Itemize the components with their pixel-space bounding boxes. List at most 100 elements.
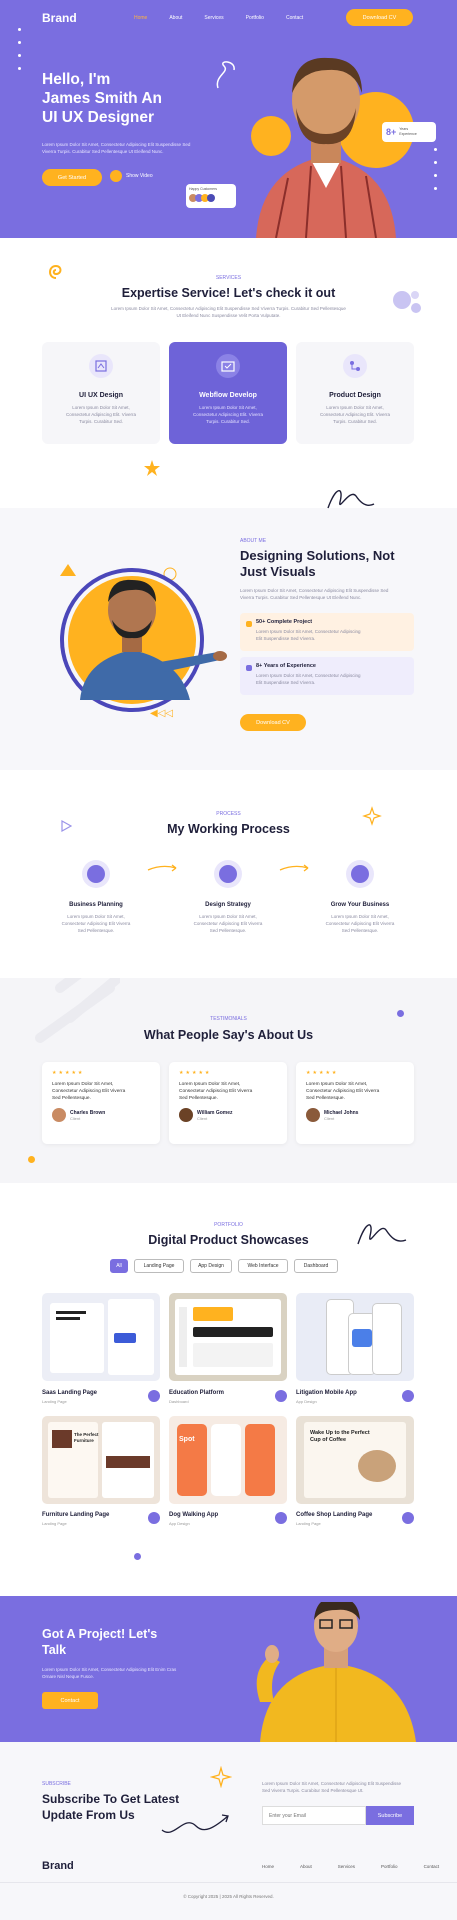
furniture-hero-text: The Perfect Furniture [74,1432,99,1444]
testimonial-l1: Lorem Ipsum Dolor Sit Amet, [306,1082,368,1087]
service-card-ui-ux[interactable]: UI UX Design Lorem Ipsum Dolor Sit Amet,… [42,342,160,444]
services-description: Lorem Ipsum Dolor Sit Amet, Consectetur … [0,305,457,319]
process-step-growth: Grow Your Business Lorem Ipsum Dolor Sit… [302,902,418,934]
service-card-product[interactable]: Product Design Lorem Ipsum Dolor Sit Ame… [296,342,414,444]
feature-desc-l2: Elit Suspendisse Sed Viverra. [256,636,316,641]
contact-button[interactable]: Contact [42,1692,98,1709]
portfolio-item-title[interactable]: Litigation Mobile App [296,1390,357,1396]
portfolio-item-title[interactable]: Saas Landing Page [42,1390,97,1396]
author-role: Client [197,1115,208,1121]
portfolio-item-title[interactable]: Coffee Shop Landing Page [296,1512,372,1518]
decor-dot [28,1156,35,1163]
service-title: Webflow Develop [199,392,257,399]
decor-dot [134,1553,141,1560]
step-desc-l2: Consectetur Adipiscing Elit Viverra [193,921,263,926]
services-desc-line1: Lorem Ipsum Dolor Sit Amet, Consectetur … [111,306,346,311]
footer-link-services[interactable]: Services [338,1864,355,1869]
footer-link-home[interactable]: Home [262,1864,274,1869]
service-desc: Lorem Ipsum Dolor Sit Amet, Consectetur … [42,404,160,425]
step-desc-l3: Sed Pellentesque. [77,928,115,933]
service-card-webflow[interactable]: Webflow Develop Lorem Ipsum Dolor Sit Am… [169,342,287,444]
portfolio-thumb-coffee[interactable]: Wake Up to the Perfect Cup of Coffee [296,1416,414,1504]
get-started-button[interactable]: Get Started [42,169,102,186]
portfolio-thumb-dog[interactable]: Spot [169,1416,287,1504]
service-title: UI UX Design [79,392,123,399]
portfolio-thumb-furniture[interactable]: The Perfect Furniture [42,1416,160,1504]
footer-link-portfolio[interactable]: Portfolio [381,1864,398,1869]
feature-projects: 50+ Complete Project Lorem Ipsum Dolor S… [240,613,414,651]
footer-link-contact[interactable]: Contact [424,1864,440,1869]
show-video-button[interactable]: Show Video [110,170,153,182]
strategy-step-icon [214,860,242,888]
footer-link-about[interactable]: About [300,1864,312,1869]
feature-title: 8+ Years of Experience [256,663,316,669]
hero-title: Hello, I'm James Smith An UI UX Designer [42,70,162,127]
portfolio-thumb-education[interactable] [169,1293,287,1381]
nav-portfolio[interactable]: Portfolio [246,15,264,21]
footer-brand[interactable]: Brand [42,1860,74,1872]
email-input[interactable] [262,1806,366,1825]
about-description: Lorem Ipsum Dolor Sit Amet, Consectetur … [240,587,388,601]
step-desc-l1: Lorem Ipsum Dolor Sit Amet, [199,914,257,919]
arrow-icon[interactable] [402,1512,414,1524]
nav-services[interactable]: Services [204,15,223,21]
main-nav: Home About Services Portfolio Contact [134,15,325,21]
services-tag: SERVICES [215,275,242,281]
filter-app-design[interactable]: App Design [190,1259,232,1273]
cta-desc-line2: Ornare Nisl Neque Fusce. [42,1674,95,1679]
testimonial-author: William Gomez Client [179,1108,277,1122]
step-desc-l1: Lorem Ipsum Dolor Sit Amet, [331,914,389,919]
decor-dots-left [18,28,21,80]
filter-all[interactable]: All [110,1259,128,1273]
brand-logo[interactable]: Brand [42,11,77,25]
clients-badge: Happy Customers [186,184,236,208]
portfolio-tag: PORTFOLIO [214,1222,243,1228]
coffee-text-2: Cup of Coffee [310,1437,347,1443]
arrow-icon[interactable] [402,1390,414,1402]
nav-about[interactable]: About [169,15,182,21]
service-desc-l2: Consectetur Adipiscing Elit. Viverra [66,412,136,417]
feature-experience: 8+ Years of Experience Lorem Ipsum Dolor… [240,657,414,695]
arrow-icon[interactable] [275,1512,287,1524]
filter-landing-page[interactable]: Landing Page [134,1259,184,1273]
coffee-hero-text: Wake Up to the Perfect Cup of Coffee [310,1430,370,1444]
step-desc: Lorem Ipsum Dolor Sit Amet, Consectetur A… [170,913,286,934]
author-role: Client [324,1115,335,1121]
about-download-cv-button[interactable]: Download CV [240,714,306,731]
testimonial-l2: Consectetur Adipiscing Elit Viverra [306,1089,380,1094]
arrow-icon[interactable] [148,1390,160,1402]
portfolio-item-title[interactable]: Furniture Landing Page [42,1512,109,1518]
nav-contact[interactable]: Contact [286,15,303,21]
portfolio-thumb-litigation[interactable] [296,1293,414,1381]
avatar [207,194,215,202]
portfolio-item-category: App Design [296,1399,317,1404]
feature-desc-l1: Lorem Ipsum Dolor Sit Amet, Consectetur … [256,629,361,634]
subscribe-button[interactable]: Subscribe [366,1806,414,1825]
sparkle-icon [210,1766,232,1788]
filter-dashboard[interactable]: Dashboard [294,1259,338,1273]
arrow-icon[interactable] [148,1512,160,1524]
service-desc-l1: Lorem Ipsum Dolor Sit Amet, [326,405,384,410]
portfolio-thumb-saas[interactable] [42,1293,160,1381]
testimonial-author: Charles Brown Client [52,1108,150,1122]
cta-desc-line1: Lorem Ipsum Dolor Sit Amet, Consectetur … [42,1667,177,1672]
portfolio-item-title[interactable]: Education Platform [169,1390,224,1396]
step-desc-l2: Consectetur Adipiscing Elit Viverra [325,921,395,926]
service-title: Product Design [329,392,381,399]
footer-nav: Home About Services Portfolio Contact [262,1864,457,1869]
portfolio-title: Digital Product Showcases [148,1233,309,1247]
step-desc-l2: Consectetur Adipiscing Elit Viverra [61,921,131,926]
filter-web-interface[interactable]: Web Interface [238,1259,288,1273]
arrow-right-icon [279,864,309,872]
portfolio-item-title[interactable]: Dog Walking App [169,1512,218,1518]
download-cv-button[interactable]: Download CV [346,9,413,26]
hero-description: Lorem Ipsum Dolor Sit Amet, Consectetur … [42,141,212,155]
feature-title: 50+ Complete Project [256,619,313,625]
services-desc-line2: Ut Eleifend Nunc Suspendisse Velit Porta… [176,313,281,318]
cta-title-line1: Got A Project! Let's [42,1627,158,1641]
arrow-icon[interactable] [275,1390,287,1402]
growth-step-icon [346,860,374,888]
nav-home[interactable]: Home [134,15,147,21]
process-step-planning: Business Planning Lorem Ipsum Dolor Sit … [38,902,154,934]
step-title: Business Planning [69,902,123,908]
